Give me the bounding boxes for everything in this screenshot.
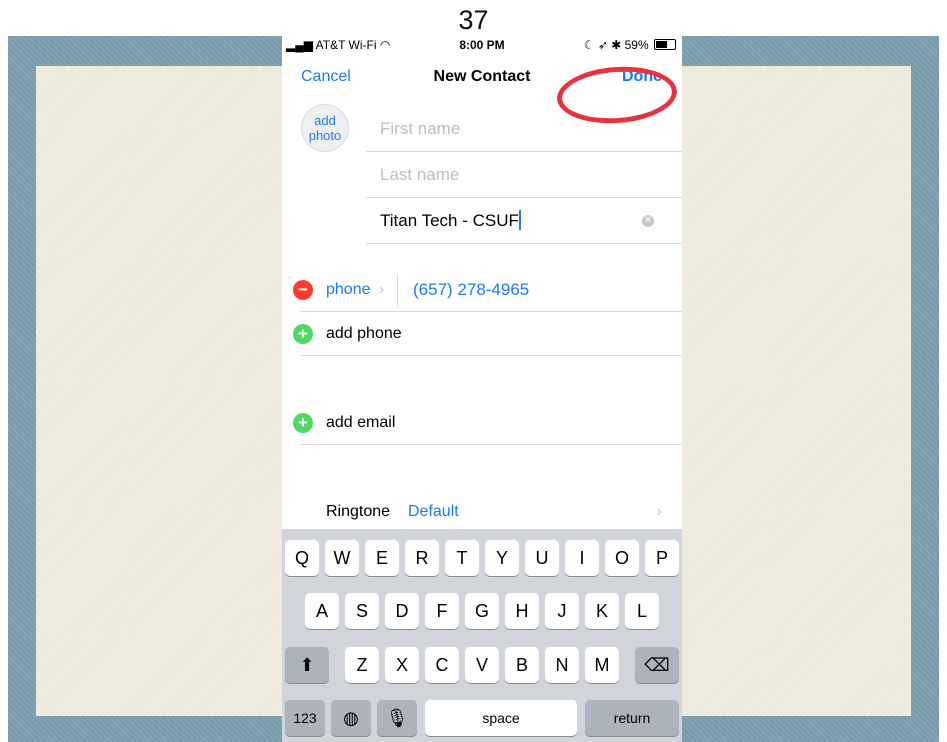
company-field[interactable]: Titan Tech - CSUF ✕ <box>366 198 682 244</box>
first-name-placeholder: First name <box>380 119 461 138</box>
location-icon: ➶ <box>597 38 608 52</box>
key-m[interactable]: M <box>585 647 619 683</box>
key-l[interactable]: L <box>625 593 659 629</box>
key-i[interactable]: I <box>565 540 599 576</box>
phone-number-field[interactable]: (657) 278-4965 <box>413 268 529 312</box>
clear-text-icon[interactable]: ✕ <box>642 215 654 227</box>
moon-icon: ☾ <box>583 38 595 52</box>
microphone-icon: 🎙 <box>385 708 409 728</box>
key-g[interactable]: G <box>465 593 499 629</box>
key-t[interactable]: T <box>445 540 479 576</box>
key-z[interactable]: Z <box>345 647 379 683</box>
navigation-bar: Cancel New Contact Done <box>282 54 682 128</box>
key-c[interactable]: C <box>425 647 459 683</box>
add-email-label: add email <box>326 414 396 431</box>
chevron-right-icon: › <box>656 503 662 520</box>
add-photo-label-line1: add <box>314 113 336 128</box>
key-y[interactable]: Y <box>485 540 519 576</box>
company-value: Titan Tech - CSUF <box>380 211 519 230</box>
battery-icon <box>654 39 676 50</box>
ringtone-value: Default <box>408 503 459 520</box>
phone-row: − phone › (657) 278-4965 <box>282 268 682 312</box>
bluetooth-icon: ✱ <box>611 38 622 52</box>
row-divider <box>300 355 682 356</box>
key-v[interactable]: V <box>465 647 499 683</box>
key-p[interactable]: P <box>645 540 679 576</box>
divider <box>397 274 398 306</box>
last-name-field[interactable]: Last name <box>366 152 682 198</box>
backspace-icon: ⌫ <box>644 655 670 675</box>
key-d[interactable]: D <box>385 593 419 629</box>
return-key[interactable]: return <box>585 700 679 736</box>
key-q[interactable]: Q <box>285 540 319 576</box>
key-w[interactable]: W <box>325 540 359 576</box>
globe-key[interactable]: ◍ <box>331 700 371 736</box>
numbers-key[interactable]: 123 <box>285 700 325 736</box>
keyboard: Q W E R T Y U I O P A S D F G H J K L ⬆ … <box>282 529 682 742</box>
battery-percent: 59% <box>624 38 649 52</box>
key-o[interactable]: O <box>605 540 639 576</box>
row-divider <box>300 444 682 445</box>
globe-icon: ◍ <box>343 708 359 728</box>
ringtone-row[interactable]: Ringtone Default › <box>282 490 682 534</box>
key-b[interactable]: B <box>505 647 539 683</box>
chevron-right-icon: › <box>379 281 385 298</box>
key-j[interactable]: J <box>545 593 579 629</box>
add-email-icon[interactable]: + <box>293 413 313 433</box>
first-name-field[interactable]: First name <box>366 106 682 152</box>
phone-screen: ▂▄▆ AT&T Wi-Fi ◠ 8:00 PM ☾ ➶ ✱ 59% Cance… <box>282 36 682 742</box>
status-bar: ▂▄▆ AT&T Wi-Fi ◠ 8:00 PM ☾ ➶ ✱ 59% <box>282 36 682 54</box>
slide-number: 37 <box>458 5 489 35</box>
key-k[interactable]: K <box>585 593 619 629</box>
ringtone-label: Ringtone <box>326 503 391 520</box>
add-email-row[interactable]: + add email <box>282 401 682 445</box>
key-s[interactable]: S <box>345 593 379 629</box>
add-photo-button[interactable]: add photo <box>301 104 349 152</box>
delete-key[interactable]: ⌫ <box>635 647 679 683</box>
key-x[interactable]: X <box>385 647 419 683</box>
add-photo-label-line2: photo <box>308 128 342 143</box>
phone-type-selector[interactable]: phone <box>326 268 371 312</box>
text-cursor <box>518 210 521 230</box>
key-u[interactable]: U <box>525 540 559 576</box>
key-r[interactable]: R <box>405 540 439 576</box>
key-h[interactable]: H <box>505 593 539 629</box>
remove-phone-icon[interactable]: − <box>293 280 313 300</box>
status-right: ☾ ➶ ✱ 59% <box>584 38 676 52</box>
shift-icon: ⬆ <box>299 655 315 675</box>
key-e[interactable]: E <box>365 540 399 576</box>
dictation-key[interactable]: 🎙 <box>377 700 417 736</box>
key-a[interactable]: A <box>305 593 339 629</box>
last-name-placeholder: Last name <box>380 165 460 184</box>
add-phone-row[interactable]: + add phone <box>282 312 682 356</box>
key-f[interactable]: F <box>425 593 459 629</box>
key-n[interactable]: N <box>545 647 579 683</box>
space-key[interactable]: space <box>425 700 577 736</box>
add-phone-icon[interactable]: + <box>293 324 313 344</box>
shift-key[interactable]: ⬆ <box>285 647 329 683</box>
add-phone-label: add phone <box>326 325 402 342</box>
